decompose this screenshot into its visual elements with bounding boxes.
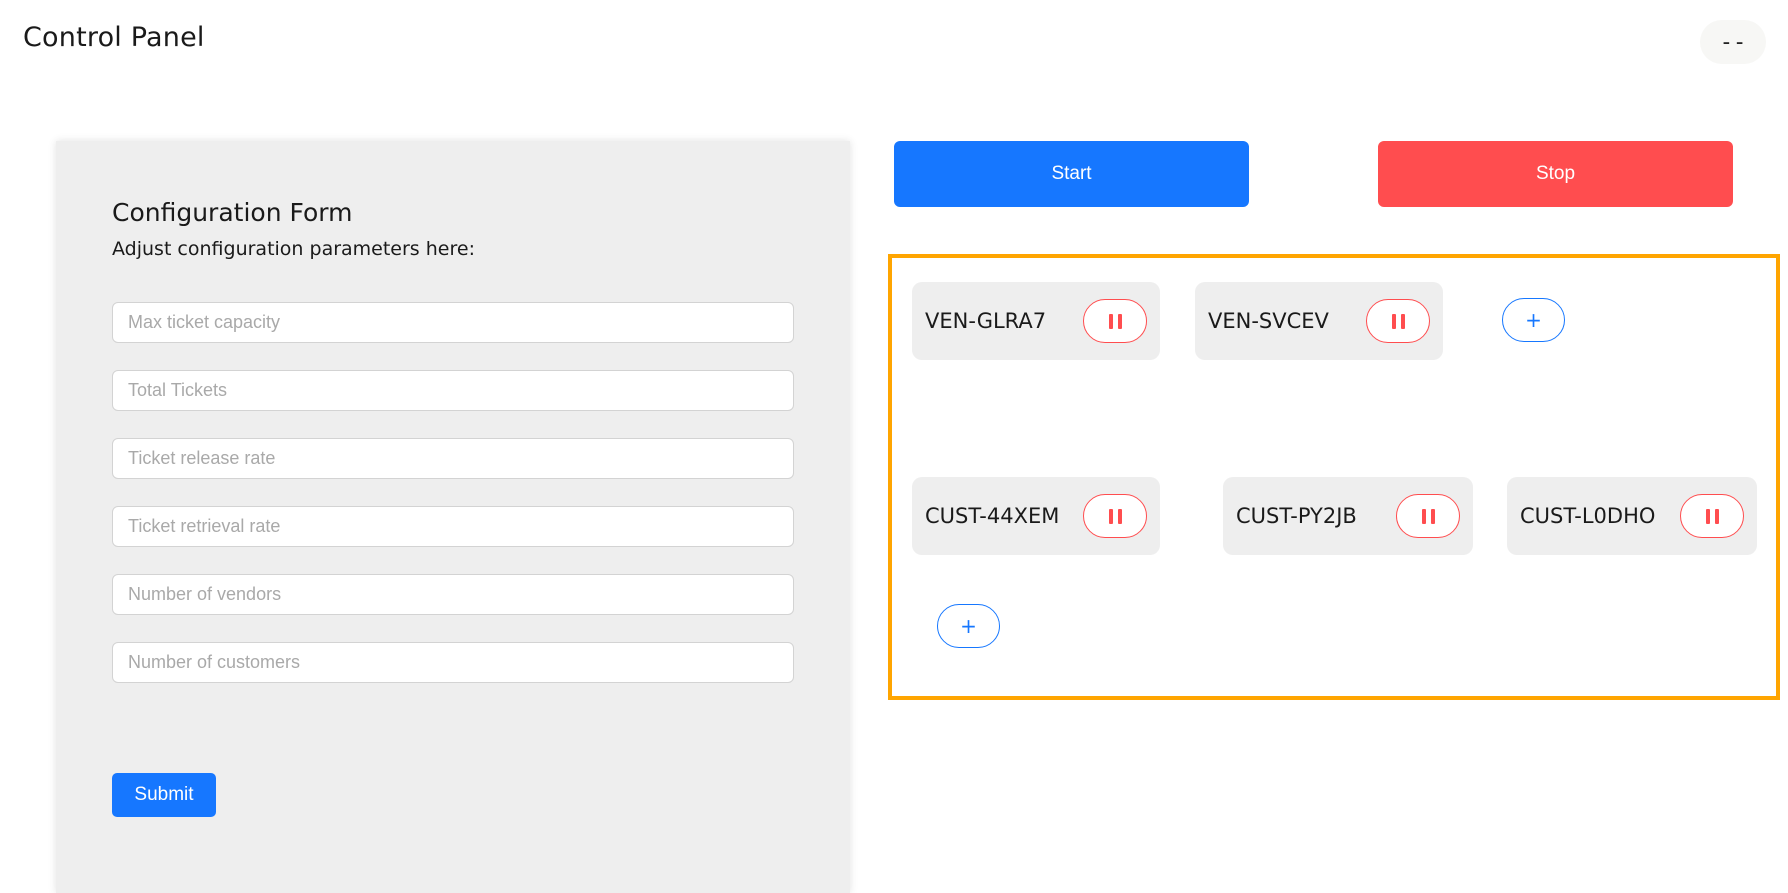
stop-button[interactable]: Stop <box>1378 141 1733 207</box>
pause-customer-button[interactable] <box>1083 494 1147 538</box>
pause-icon <box>1391 313 1405 329</box>
user-menu-button[interactable]: -- <box>1700 20 1766 64</box>
customer-id: CUST-L0DHO <box>1520 504 1656 528</box>
threads-panel: VEN-GLRA7 VEN-SVCEV + CUST-44XEM CUST-PY… <box>888 254 1780 700</box>
vendor-card: VEN-SVCEV <box>1195 282 1443 360</box>
customer-card: CUST-44XEM <box>912 477 1160 555</box>
customer-card: CUST-L0DHO <box>1507 477 1757 555</box>
max-ticket-capacity-input[interactable] <box>112 302 794 343</box>
customer-id: CUST-44XEM <box>925 504 1060 528</box>
pause-icon <box>1108 313 1122 329</box>
pause-vendor-button[interactable] <box>1083 299 1147 343</box>
configuration-form-panel: Configuration Form Adjust configuration … <box>56 141 850 893</box>
vendor-card: VEN-GLRA7 <box>912 282 1160 360</box>
pause-icon <box>1705 508 1719 524</box>
add-customer-button[interactable]: + <box>937 604 1000 648</box>
pause-icon <box>1108 508 1122 524</box>
vendor-id: VEN-GLRA7 <box>925 309 1047 333</box>
ticket-release-rate-input[interactable] <box>112 438 794 479</box>
add-vendor-button[interactable]: + <box>1502 298 1565 342</box>
page-title: Control Panel <box>23 22 205 53</box>
vendor-id: VEN-SVCEV <box>1208 309 1329 333</box>
number-of-customers-input[interactable] <box>112 642 794 683</box>
app-header: Control Panel -- <box>0 0 1788 90</box>
customer-card: CUST-PY2JB <box>1223 477 1473 555</box>
total-tickets-input[interactable] <box>112 370 794 411</box>
form-subtitle: Adjust configuration parameters here: <box>112 238 475 260</box>
pause-customer-button[interactable] <box>1396 494 1460 538</box>
number-of-vendors-input[interactable] <box>112 574 794 615</box>
customer-id: CUST-PY2JB <box>1236 504 1357 528</box>
pause-customer-button[interactable] <box>1680 494 1744 538</box>
pause-icon <box>1421 508 1435 524</box>
start-button[interactable]: Start <box>894 141 1249 207</box>
pause-vendor-button[interactable] <box>1366 299 1430 343</box>
ticket-retrieval-rate-input[interactable] <box>112 506 794 547</box>
form-title: Configuration Form <box>112 198 353 227</box>
submit-button[interactable]: Submit <box>112 773 216 817</box>
